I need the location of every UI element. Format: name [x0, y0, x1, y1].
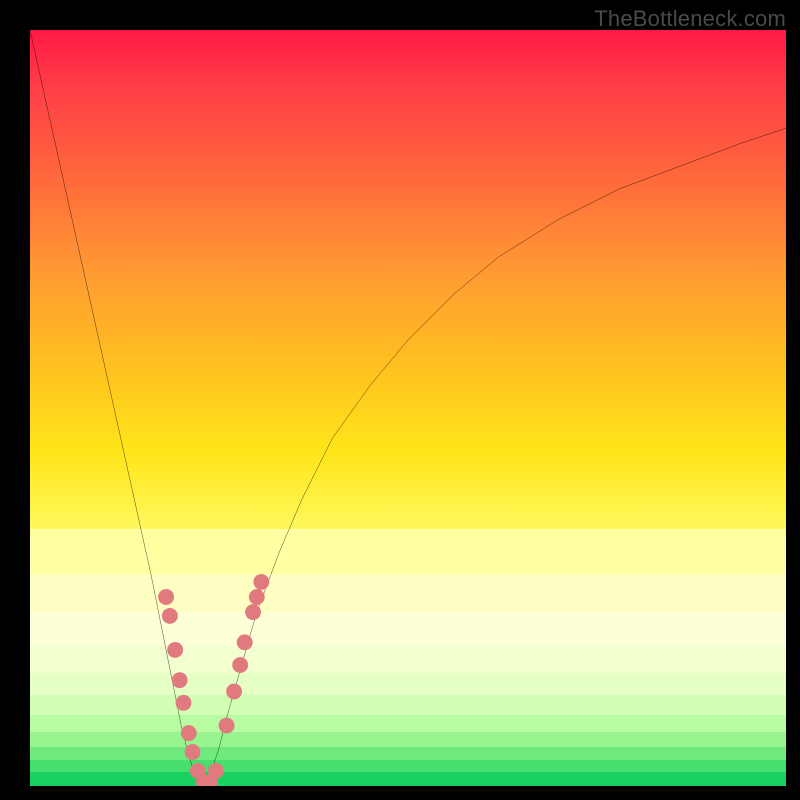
data-point [253, 574, 269, 590]
data-point [167, 642, 183, 658]
plot-area [30, 30, 786, 786]
data-point [232, 657, 248, 673]
data-point [162, 608, 178, 624]
attribution-text: TheBottleneck.com [594, 6, 786, 32]
data-point [245, 604, 261, 620]
series-right-curve [204, 128, 786, 786]
data-point [226, 684, 242, 700]
data-point [172, 672, 188, 688]
data-point [237, 634, 253, 650]
data-point [208, 763, 224, 779]
data-point [158, 589, 174, 605]
chart-frame: TheBottleneck.com [0, 0, 800, 800]
data-point [185, 744, 201, 760]
data-point [181, 725, 197, 741]
data-point [249, 589, 265, 605]
marker-group [158, 574, 269, 786]
chart-svg [30, 30, 786, 786]
data-point [176, 695, 192, 711]
curve-group [30, 30, 786, 786]
data-point [219, 718, 235, 734]
